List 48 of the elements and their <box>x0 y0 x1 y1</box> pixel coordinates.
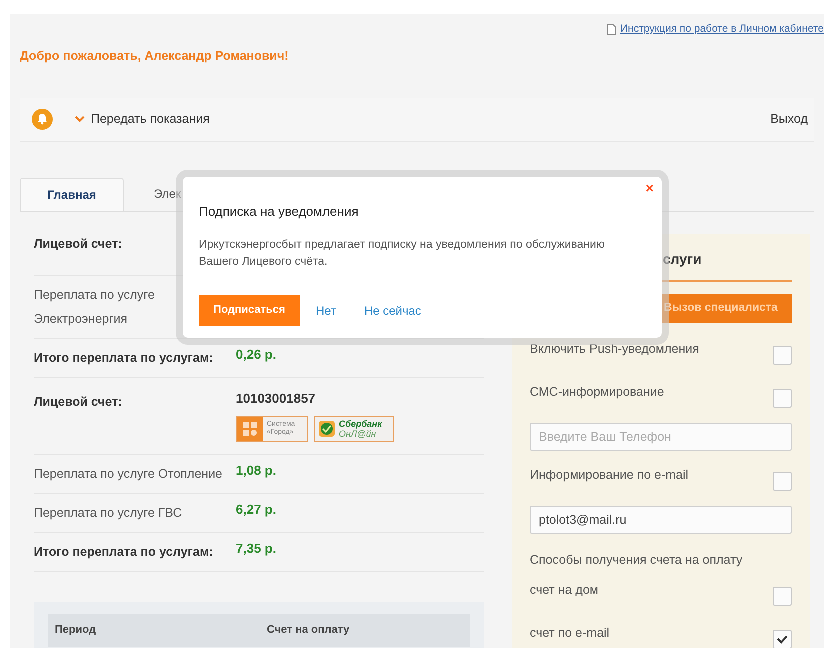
checkbox[interactable] <box>773 586 792 606</box>
row-label: Итого переплата по услугам: <box>34 544 214 559</box>
row-value: 6,27 р. <box>236 500 276 519</box>
row-label: Переплата по услуге ГВС <box>34 506 182 520</box>
welcome-heading: Добро пожаловать, Александр Романович! <box>20 48 289 63</box>
bell-icon[interactable] <box>32 108 53 130</box>
logo-text: Сбербанк <box>339 418 382 429</box>
option-label: счет на дом <box>530 582 599 599</box>
checkbox[interactable] <box>773 472 792 491</box>
checkbox[interactable] <box>773 630 792 648</box>
section-label: Способы получения счета на оплату <box>530 552 743 567</box>
checkbox[interactable] <box>773 346 792 365</box>
row-label: Лицевой счет: <box>34 394 122 409</box>
bank-leaf-icon <box>319 420 335 437</box>
option-label: Информирование по e-mail <box>530 466 689 484</box>
option-label: СМС-информирование <box>530 384 664 401</box>
checkbox[interactable] <box>773 388 792 408</box>
chevron-down-icon <box>75 116 85 123</box>
row-label: Итого переплата по услугам: <box>34 350 214 365</box>
payment-logo[interactable]: Сбербанк ОнЛ@йн <box>314 416 394 442</box>
submit-readings-menu[interactable]: Передать показания <box>75 110 210 129</box>
logout-link[interactable]: Выход <box>770 110 808 129</box>
city-grid-icon <box>242 420 258 437</box>
row-label: Переплата по услуге Отопление <box>34 466 223 481</box>
no-link[interactable]: Нет <box>316 302 336 320</box>
dialog-message: Иркутскэнергосбыт предлагает подписку на уведомления по обслуживанию Вашего Лицевого счёта. <box>199 238 606 270</box>
check-icon <box>777 634 788 644</box>
row-value: 10103001857 <box>236 390 317 408</box>
option-label: счет по e-mail <box>530 624 610 642</box>
column-header: Период <box>55 623 98 638</box>
help-link[interactable]: Инструкция по работе в Личном кабинете <box>607 22 824 38</box>
row-label: Переплата по услуге Электроэнергия <box>34 288 155 326</box>
subscribe-button[interactable]: Подписаться <box>199 295 300 326</box>
panel-title: слуги <box>663 250 702 267</box>
row-label: Лицевой счет: <box>34 236 122 251</box>
row-value: 7,35 р. <box>236 540 276 558</box>
tab[interactable]: Главная <box>20 178 124 211</box>
option-label: Включить Push-уведомления <box>530 340 700 358</box>
row-value: 1,08 р. <box>236 462 276 480</box>
logo-text: ОнЛ@йн <box>339 428 376 439</box>
input-field[interactable]: ptolot3@mail.ru <box>530 506 792 534</box>
not-now-link[interactable]: Не сейчас <box>364 302 422 320</box>
dialog-title: Подписка на уведомления <box>199 204 359 219</box>
input-field[interactable]: Введите Ваш Телефон <box>530 422 792 451</box>
close-button[interactable]: × <box>646 181 654 195</box>
column-header: Счет на оплату <box>267 623 350 638</box>
document-icon <box>607 24 616 36</box>
row-value: 0,26 р. <box>236 346 276 364</box>
